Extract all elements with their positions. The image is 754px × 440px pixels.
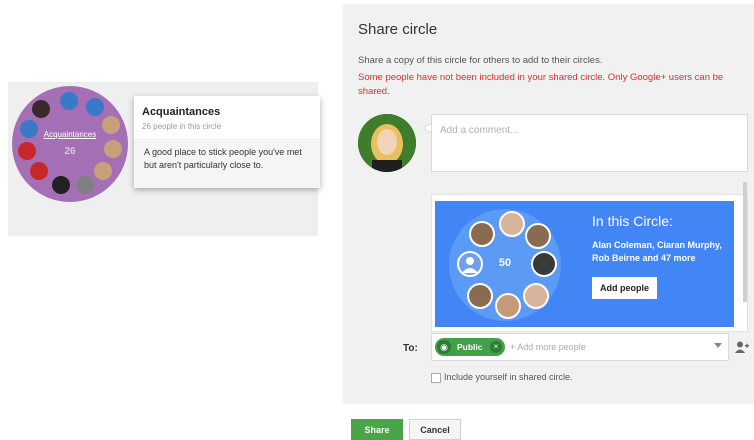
recipients-field[interactable]: ◉ Public × + Add more people: [431, 333, 729, 361]
member-avatar: [76, 176, 94, 194]
remove-chip-icon[interactable]: ×: [490, 341, 502, 353]
member-avatar: [60, 92, 78, 110]
member-avatar: [499, 211, 525, 237]
member-avatar: [523, 283, 549, 309]
member-avatar: [469, 221, 495, 247]
popover-subtitle: 26 people in this circle: [142, 122, 222, 131]
screenshot-root: Acquaintances 26 Acquaintances 26 people…: [0, 0, 754, 440]
chevron-down-icon[interactable]: [714, 343, 722, 348]
public-chip[interactable]: ◉ Public ×: [435, 338, 505, 356]
member-avatar: [495, 293, 521, 319]
comment-input[interactable]: Add a comment...: [431, 114, 748, 172]
circle-info-popover: Acquaintances 26 people in this circle A…: [134, 96, 320, 188]
chip-label: Public: [457, 342, 483, 352]
circle-preview-frame: 50 In this Circle: Alan Coleman, Ciaran …: [431, 194, 748, 332]
shared-circle-graphic: 50: [449, 209, 561, 321]
member-avatar: [94, 162, 112, 180]
dialog-warning: Some people have not been included in yo…: [358, 72, 724, 97]
banner-title: In this Circle:: [592, 213, 673, 229]
cancel-button[interactable]: Cancel: [409, 419, 461, 440]
add-more-people-input[interactable]: + Add more people: [510, 342, 586, 352]
share-circle-dialog: Share circle Share a copy of this circle…: [343, 4, 754, 404]
to-label: To:: [403, 343, 418, 354]
include-yourself-checkbox[interactable]: [431, 373, 441, 383]
circle-name-link[interactable]: Acquaintances: [12, 130, 128, 139]
circle-card: Acquaintances 26 Acquaintances 26 people…: [8, 82, 320, 236]
member-avatar: [30, 162, 48, 180]
popover-title: Acquaintances: [142, 106, 221, 118]
popover-header: Acquaintances 26 people in this circle: [134, 96, 320, 138]
user-avatar: [358, 114, 416, 172]
member-avatar: [525, 223, 551, 249]
member-avatar: [86, 98, 104, 116]
dialog-title: Share circle: [358, 21, 438, 38]
member-avatar: [467, 283, 493, 309]
scrollbar[interactable]: [743, 182, 747, 302]
popover-description: A good place to stick people you've met …: [134, 138, 320, 188]
add-people-button[interactable]: Add people: [592, 277, 657, 299]
user-portrait-icon: [358, 114, 416, 172]
shared-circle-count: 50: [498, 257, 512, 269]
banner-member-names: Alan Coleman, Ciaran Murphy, Rob Beirne …: [592, 240, 722, 263]
include-yourself-label: Include yourself in shared circle.: [444, 372, 573, 382]
dialog-description: Share a copy of this circle for others t…: [358, 55, 603, 66]
member-avatar: [52, 176, 70, 194]
circle-member-count: 26: [64, 146, 76, 157]
add-person-icon[interactable]: [735, 341, 749, 353]
member-avatar: [32, 100, 50, 118]
share-button[interactable]: Share: [351, 419, 403, 440]
acquaintances-circle[interactable]: Acquaintances 26: [12, 86, 128, 202]
in-this-circle-banner: 50 In this Circle: Alan Coleman, Ciaran …: [435, 201, 734, 327]
globe-icon: ◉: [437, 340, 451, 354]
